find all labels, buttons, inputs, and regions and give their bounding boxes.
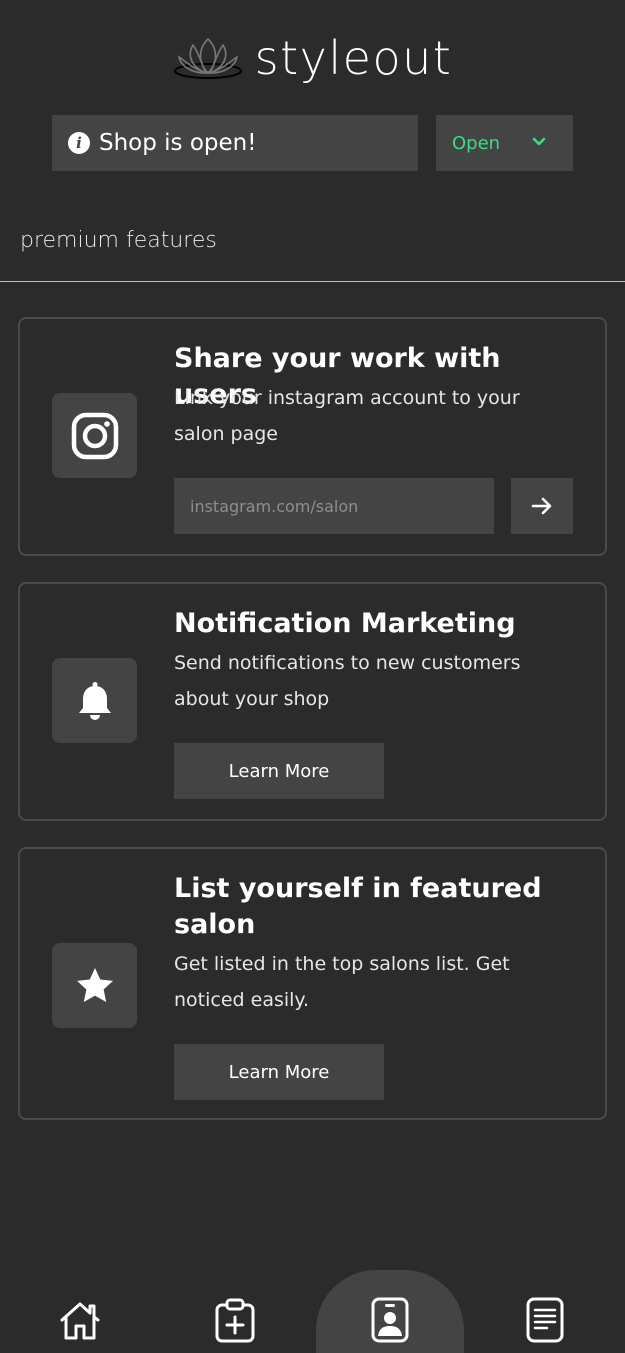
submit-instagram-button[interactable] (511, 478, 573, 534)
featured-salon-card: List yourself in featured salon Get list… (18, 847, 607, 1120)
shop-status-banner: i Shop is open! (52, 115, 418, 171)
star-icon-tile (52, 943, 137, 1028)
card-description: Link your instagram account to your salo… (174, 387, 520, 445)
app-logo: styleout (0, 28, 625, 88)
star-icon (76, 967, 113, 1002)
learn-more-button[interactable]: Learn More (174, 743, 384, 799)
learn-more-button[interactable]: Learn More (174, 1044, 384, 1100)
nav-profile[interactable] (360, 1290, 420, 1350)
chevron-down-icon (532, 137, 546, 146)
brand-name: styleout (254, 31, 453, 85)
section-divider (0, 281, 625, 282)
premium-features-screen: styleout i Shop is open! Open premium fe… (0, 0, 625, 1353)
shop-status-message: Shop is open! (99, 130, 257, 156)
lotus-icon (173, 37, 242, 79)
info-icon: i (68, 132, 90, 154)
instagram-icon-tile (52, 393, 137, 478)
nav-appointments[interactable] (205, 1290, 265, 1350)
shop-status-dropdown[interactable]: Open (436, 115, 573, 171)
card-title: Notification Marketing (174, 608, 516, 639)
shop-status-selected-value: Open (452, 132, 501, 154)
card-description: Get listed in the top salons list. Get n… (174, 953, 510, 1011)
bell-icon (78, 681, 111, 720)
notification-marketing-card: Notification Marketing Send notification… (18, 582, 607, 821)
bell-icon-tile (52, 658, 137, 743)
profile-badge-icon (371, 1297, 409, 1343)
section-title: premium features (20, 228, 217, 253)
instagram-feature-card: Share your work with users Link your ins… (18, 317, 607, 556)
instagram-icon (71, 412, 118, 459)
nav-documents[interactable] (515, 1290, 575, 1350)
document-icon (526, 1297, 564, 1343)
arrow-right-icon (531, 497, 552, 515)
bottom-navigation (0, 1270, 625, 1353)
clipboard-add-icon (215, 1298, 255, 1343)
instagram-url-input[interactable] (174, 478, 494, 534)
nav-home[interactable] (50, 1290, 110, 1350)
card-title: List yourself in featured salon (174, 873, 542, 940)
home-icon (60, 1302, 100, 1340)
card-description: Send notifications to new customers abou… (174, 652, 521, 710)
